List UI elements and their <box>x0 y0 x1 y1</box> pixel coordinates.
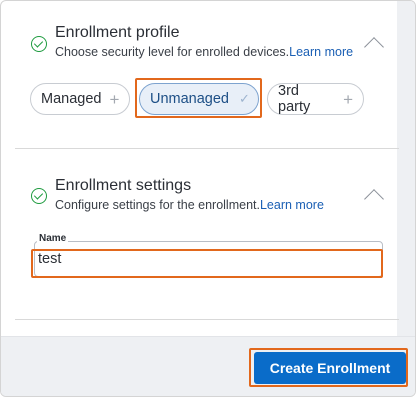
enrollment-settings-section <box>15 150 399 320</box>
option-label: Unmanaged <box>150 91 229 107</box>
description-text: Configure settings for the enrollment. <box>55 198 260 212</box>
option-label: Managed <box>41 91 102 107</box>
learn-more-link[interactable]: Learn more <box>289 45 353 59</box>
option-label: 3rd party <box>278 83 311 115</box>
option-unmanaged[interactable]: Unmanaged ✓ <box>139 83 259 115</box>
check-circle-icon <box>31 188 47 204</box>
name-input[interactable] <box>38 251 368 267</box>
enrollment-profile-description: Choose security level for enrolled devic… <box>55 45 353 59</box>
option-3rd-party[interactable]: 3rd party + <box>267 83 364 115</box>
enrollment-panel: Enrollment profile Choose security level… <box>0 0 416 397</box>
check-circle-icon <box>31 36 47 52</box>
enrollment-profile-title: Enrollment profile <box>55 24 180 41</box>
description-text: Choose security level for enrolled devic… <box>55 45 290 59</box>
plus-icon: + <box>109 89 120 109</box>
name-field-label: Name <box>37 233 69 244</box>
option-managed[interactable]: Managed + <box>30 83 130 115</box>
learn-more-link[interactable]: Learn more <box>260 198 324 212</box>
enrollment-settings-title: Enrollment settings <box>55 177 192 194</box>
scrollbar-track <box>397 1 415 336</box>
create-enrollment-button[interactable]: Create Enrollment <box>254 352 406 384</box>
plus-icon: + <box>343 89 353 109</box>
checkmark-icon: ✓ <box>239 91 250 106</box>
enrollment-settings-description: Configure settings for the enrollment.Le… <box>55 198 324 212</box>
